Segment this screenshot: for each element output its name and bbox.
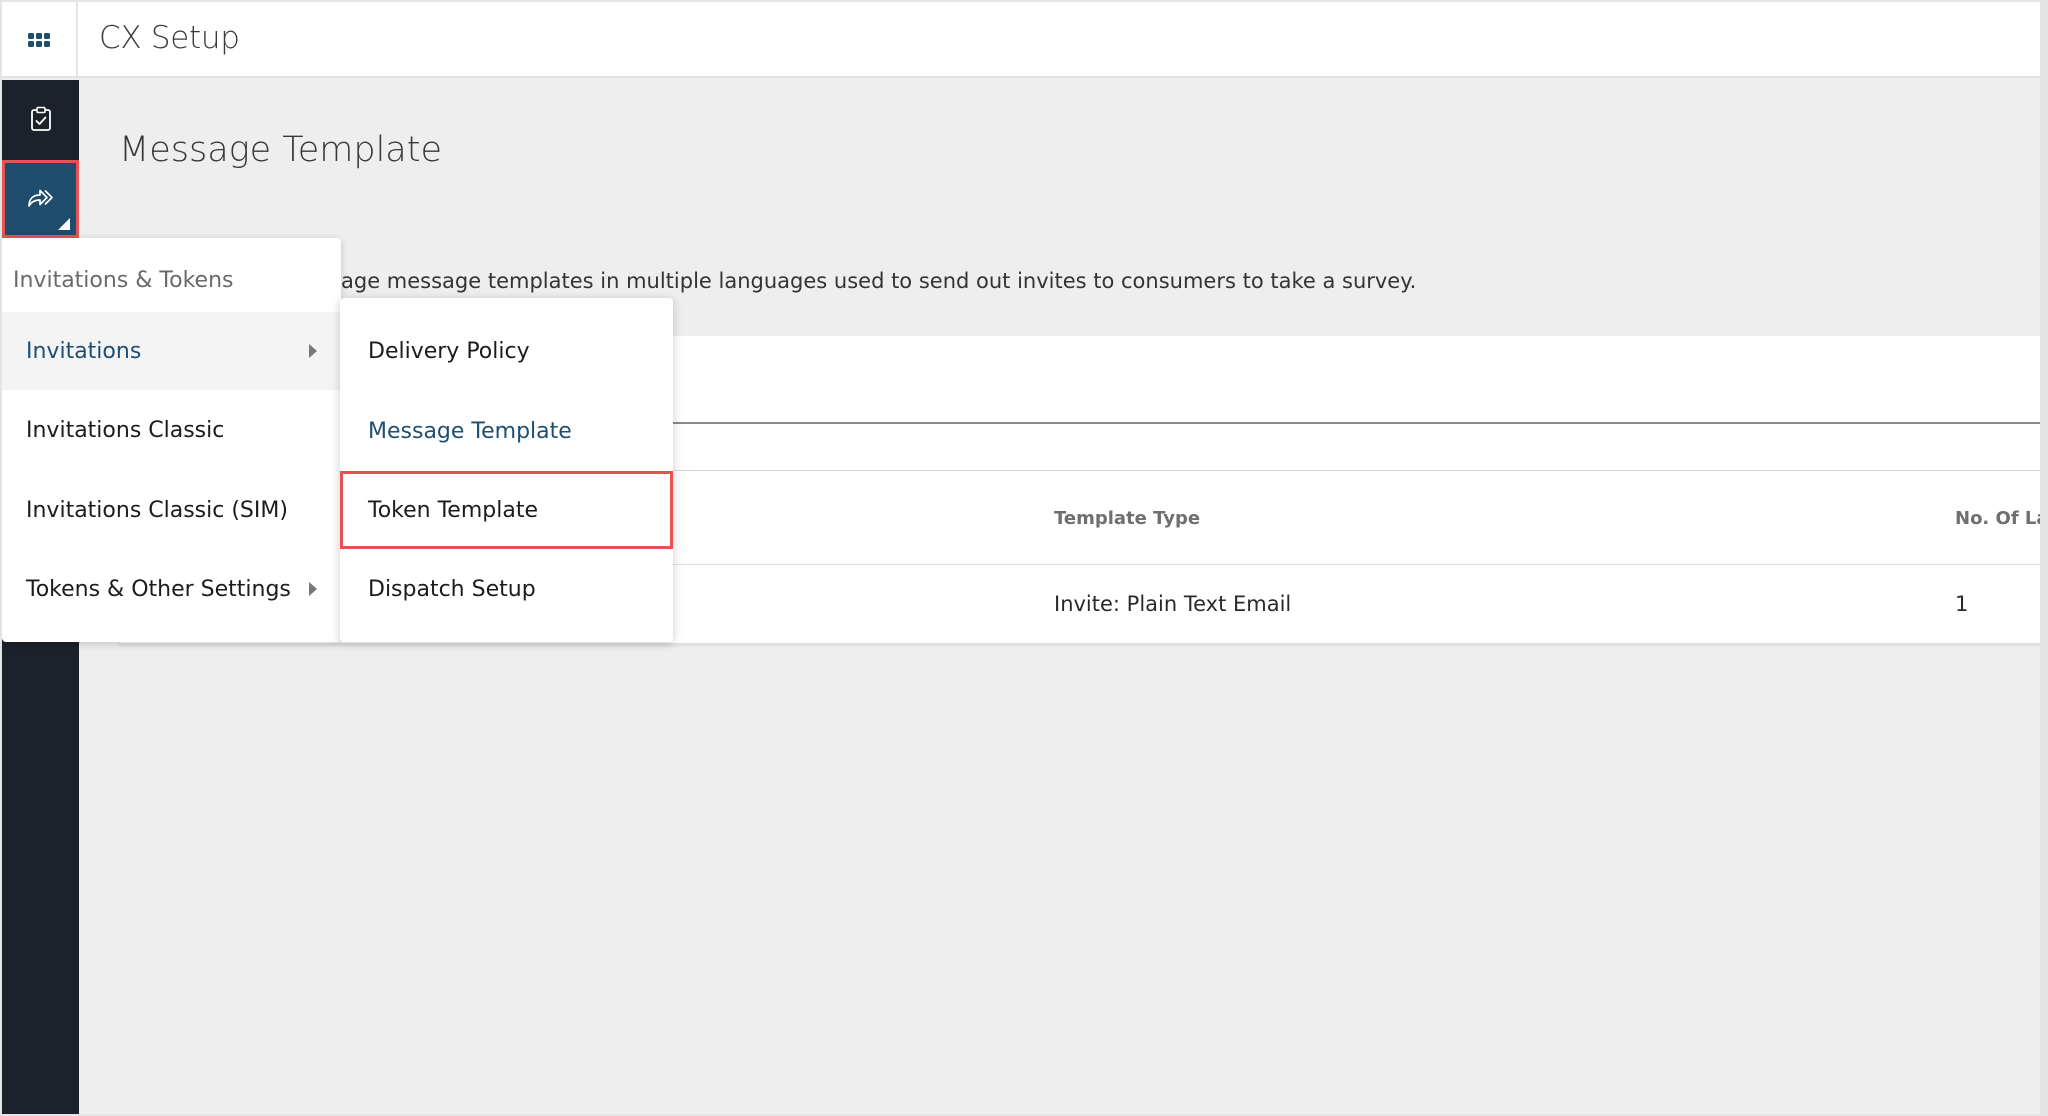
sidebar-item-surveys[interactable] (2, 80, 79, 158)
menu-item-label: Invitations Classic (SIM) (26, 497, 288, 523)
page-title: Message Template (119, 130, 443, 170)
submenu-item-message-template[interactable]: Message Template (340, 392, 673, 470)
invitations-tokens-menu: Invitations & Tokens Invitations Invitat… (2, 238, 341, 642)
caret-right-icon (309, 344, 317, 358)
menu-header: Invitations & Tokens (13, 268, 234, 293)
menu-item-invitations-classic[interactable]: Invitations Classic (2, 391, 341, 469)
menu-item-invitations-classic-sim[interactable]: Invitations Classic (SIM) (2, 471, 341, 549)
cell-template-type: Invite: Plain Text Email (1054, 592, 1292, 616)
submenu-item-delivery-policy[interactable]: Delivery Policy (340, 312, 673, 390)
column-header-no-of-languages[interactable]: No. Of La (1955, 508, 2040, 529)
invitations-submenu: Delivery Policy Message Template Token T… (340, 298, 673, 642)
table-bottom-divider (119, 643, 2040, 645)
column-header-template-type[interactable]: Template Type (1054, 508, 1200, 529)
menu-item-label: Tokens & Other Settings (26, 576, 291, 602)
menu-item-label: Invitations (26, 338, 142, 364)
app-frame: CX Setup Message Template age message te… (2, 2, 2040, 1114)
clipboard-check-icon (30, 106, 51, 131)
top-bar: CX Setup (2, 2, 2040, 78)
caret-right-icon (309, 582, 317, 596)
app-title: CX Setup (99, 20, 240, 56)
expand-corner-icon (58, 218, 70, 230)
menu-item-label: Invitations Classic (26, 417, 225, 443)
submenu-item-token-template[interactable]: Token Template (340, 471, 673, 549)
apps-launcher-button[interactable] (2, 2, 78, 78)
menu-item-tokens-other-settings[interactable]: Tokens & Other Settings (2, 550, 341, 628)
share-forward-icon (27, 189, 53, 207)
sidebar-item-invitations-tokens[interactable] (2, 160, 79, 238)
apps-grid-icon (28, 33, 50, 47)
submenu-item-dispatch-setup[interactable]: Dispatch Setup (340, 550, 673, 628)
menu-item-invitations[interactable]: Invitations (2, 312, 341, 390)
cell-no-of-languages: 1 (1955, 592, 1969, 616)
page-description: age message templates in multiple langua… (341, 269, 1417, 293)
